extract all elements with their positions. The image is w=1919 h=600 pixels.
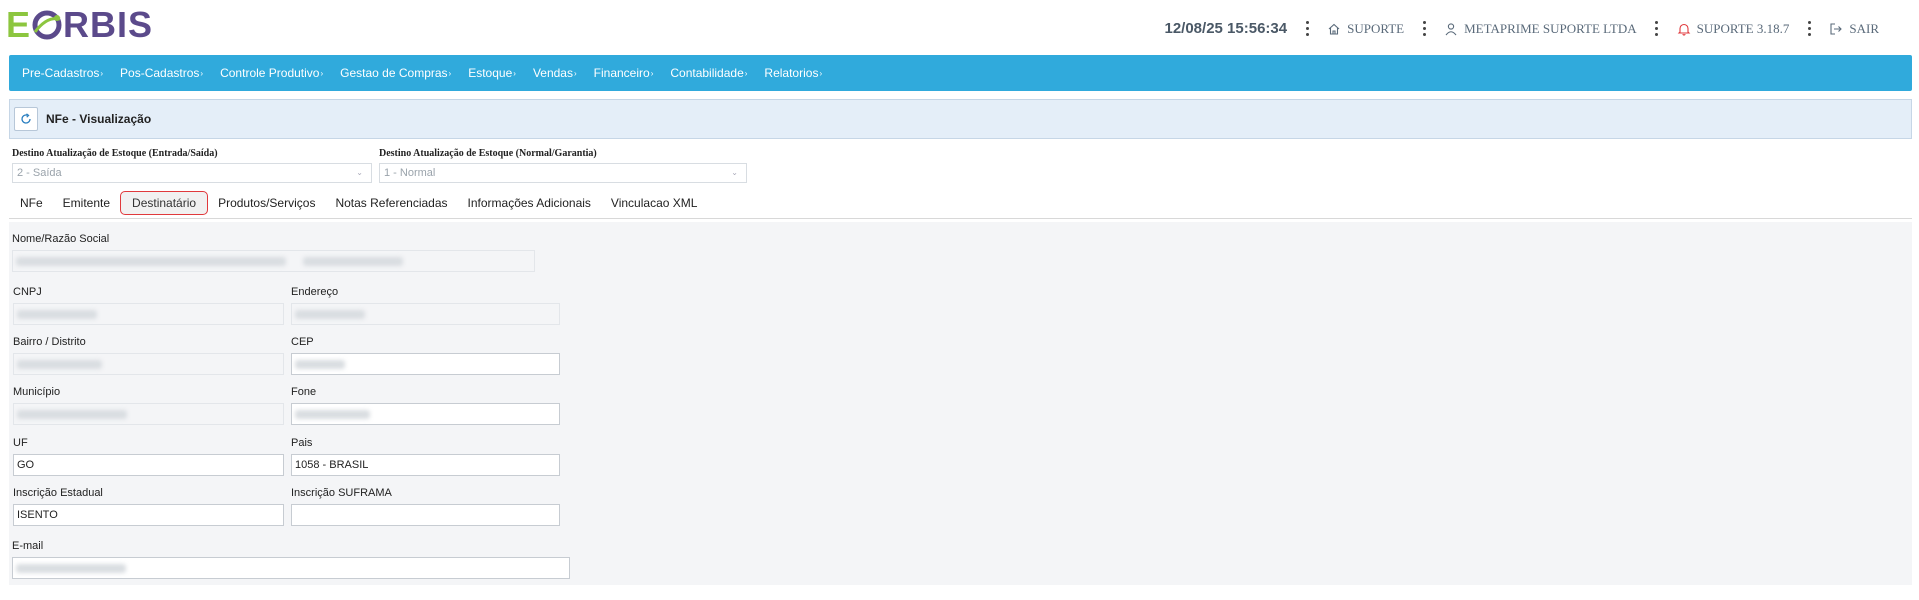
fone-label: Fone (291, 386, 317, 398)
user-icon (1445, 22, 1457, 35)
nome-field[interactable] (12, 250, 535, 272)
endereco-field[interactable] (291, 303, 560, 325)
tab-nfe[interactable]: NFe (10, 192, 53, 214)
tabs-divider (9, 218, 1912, 219)
destino-normal-garantia-label: Destino Atualização de Estoque (Normal/G… (379, 148, 597, 159)
orbit-logo-icon (32, 10, 62, 40)
tab-notas-referenciadas[interactable]: Notas Referenciadas (325, 192, 457, 214)
municipio-field[interactable] (13, 403, 284, 425)
main-menu: Pre-Cadastros› Pos-Cadastros› Controle P… (9, 55, 1912, 91)
kebab-icon[interactable] (1305, 21, 1309, 36)
company-label: METAPRIME SUPORTE LTDA (1464, 20, 1637, 36)
inscricao-estadual-field[interactable]: ISENTO (13, 504, 284, 526)
logout-label: SAIR (1849, 20, 1879, 36)
pais-label: Pais (291, 437, 313, 449)
inscricao-estadual-label: Inscrição Estadual (13, 487, 103, 499)
menu-pos-cadastros[interactable]: Pos-Cadastros› (120, 66, 203, 80)
tab-produtos-servicos[interactable]: Produtos/Serviços (208, 192, 325, 214)
datetime: 12/08/25 15:56:34 (1164, 20, 1288, 37)
pais-field[interactable]: 1058 - BRASIL (291, 454, 560, 476)
version-label: SUPORTE 3.18.7 (1696, 20, 1790, 36)
destino-normal-garantia-select[interactable]: 1 - Normal ⌄ (379, 163, 747, 183)
logo-text: RBIS (63, 4, 154, 45)
redacted-value (303, 256, 404, 266)
home-icon (1328, 23, 1340, 35)
menu-relatorios[interactable]: Relatorios› (764, 66, 822, 80)
refresh-icon (21, 113, 31, 124)
tab-bar: NFe Emitente Destinatário Produtos/Servi… (10, 188, 707, 218)
logo-letter-e: E (6, 4, 32, 45)
tab-informacoes-adicionais[interactable]: Informações Adicionais (458, 192, 601, 214)
cep-field[interactable] (291, 353, 560, 375)
redacted-value (16, 563, 126, 573)
company-link[interactable]: METAPRIME SUPORTE LTDA (1444, 21, 1637, 37)
eorbis-logo[interactable]: E RBIS (6, 4, 154, 45)
menu-pre-cadastros[interactable]: Pre-Cadastros› (22, 66, 103, 80)
page-title-bar: NFe - Visualização (9, 99, 1912, 139)
redacted-value (295, 359, 345, 369)
menu-controle-produtivo[interactable]: Controle Produtivo› (220, 66, 323, 80)
destinatario-form: Nome/Razão Social CNPJ Endereço Bairro /… (9, 222, 1912, 585)
logout-button[interactable]: SAIR (1829, 21, 1879, 37)
tab-destinatario[interactable]: Destinatário (120, 191, 209, 215)
bairro-label: Bairro / Distrito (13, 336, 86, 348)
page-title: NFe - Visualização (46, 112, 152, 126)
fone-field[interactable] (291, 403, 560, 425)
kebab-icon[interactable] (1655, 21, 1659, 36)
inscricao-suframa-label: Inscrição SUFRAMA (291, 487, 392, 499)
inscricao-suframa-field[interactable] (291, 504, 560, 526)
support-label: SUPORTE (1347, 20, 1405, 36)
destino-normal-garantia-value: 1 - Normal (384, 167, 436, 179)
cnpj-field[interactable] (13, 303, 284, 325)
cep-label: CEP (291, 336, 314, 348)
logout-icon (1830, 22, 1843, 35)
chevron-down-icon: ⌄ (356, 168, 363, 177)
redacted-value (17, 409, 127, 419)
uf-field[interactable]: GO (13, 454, 284, 476)
support-link[interactable]: SUPORTE (1327, 21, 1404, 37)
menu-gestao-de-compras[interactable]: Gestao de Compras› (340, 66, 451, 80)
email-field[interactable] (12, 557, 570, 579)
redacted-value (17, 309, 97, 319)
redacted-value (295, 409, 370, 419)
header: E RBIS 12/08/25 15:56:34 SUPORTE METAPRI… (0, 0, 1919, 54)
version-link[interactable]: SUPORTE 3.18.7 (1677, 20, 1790, 37)
header-toolbar: 12/08/25 15:56:34 SUPORTE METAPRIME SUPO… (1164, 20, 1879, 37)
kebab-icon[interactable] (1807, 21, 1811, 36)
menu-financeiro[interactable]: Financeiro› (594, 66, 654, 80)
nome-label: Nome/Razão Social (12, 233, 110, 245)
menu-estoque[interactable]: Estoque› (468, 66, 516, 80)
uf-label: UF (13, 437, 28, 449)
redacted-value (17, 359, 102, 369)
destino-entrada-saida-label: Destino Atualização de Estoque (Entrada/… (12, 148, 218, 159)
redacted-value (16, 256, 286, 266)
endereco-label: Endereço (291, 286, 339, 298)
chevron-down-icon: ⌄ (731, 168, 738, 177)
menu-vendas[interactable]: Vendas› (533, 66, 577, 80)
tab-vinculacao-xml[interactable]: Vinculacao XML (601, 192, 708, 214)
destino-entrada-saida-select[interactable]: 2 - Saída ⌄ (12, 163, 372, 183)
municipio-label: Município (13, 386, 61, 398)
bell-icon (1677, 23, 1690, 36)
destino-entrada-saida-value: 2 - Saída (17, 167, 62, 179)
tab-emitente[interactable]: Emitente (53, 192, 120, 214)
cnpj-label: CNPJ (13, 286, 42, 298)
email-label: E-mail (12, 540, 44, 552)
menu-contabilidade[interactable]: Contabilidade› (670, 66, 747, 80)
refresh-button[interactable] (14, 107, 38, 131)
bairro-field[interactable] (13, 353, 284, 375)
redacted-value (295, 309, 365, 319)
kebab-icon[interactable] (1422, 21, 1426, 36)
